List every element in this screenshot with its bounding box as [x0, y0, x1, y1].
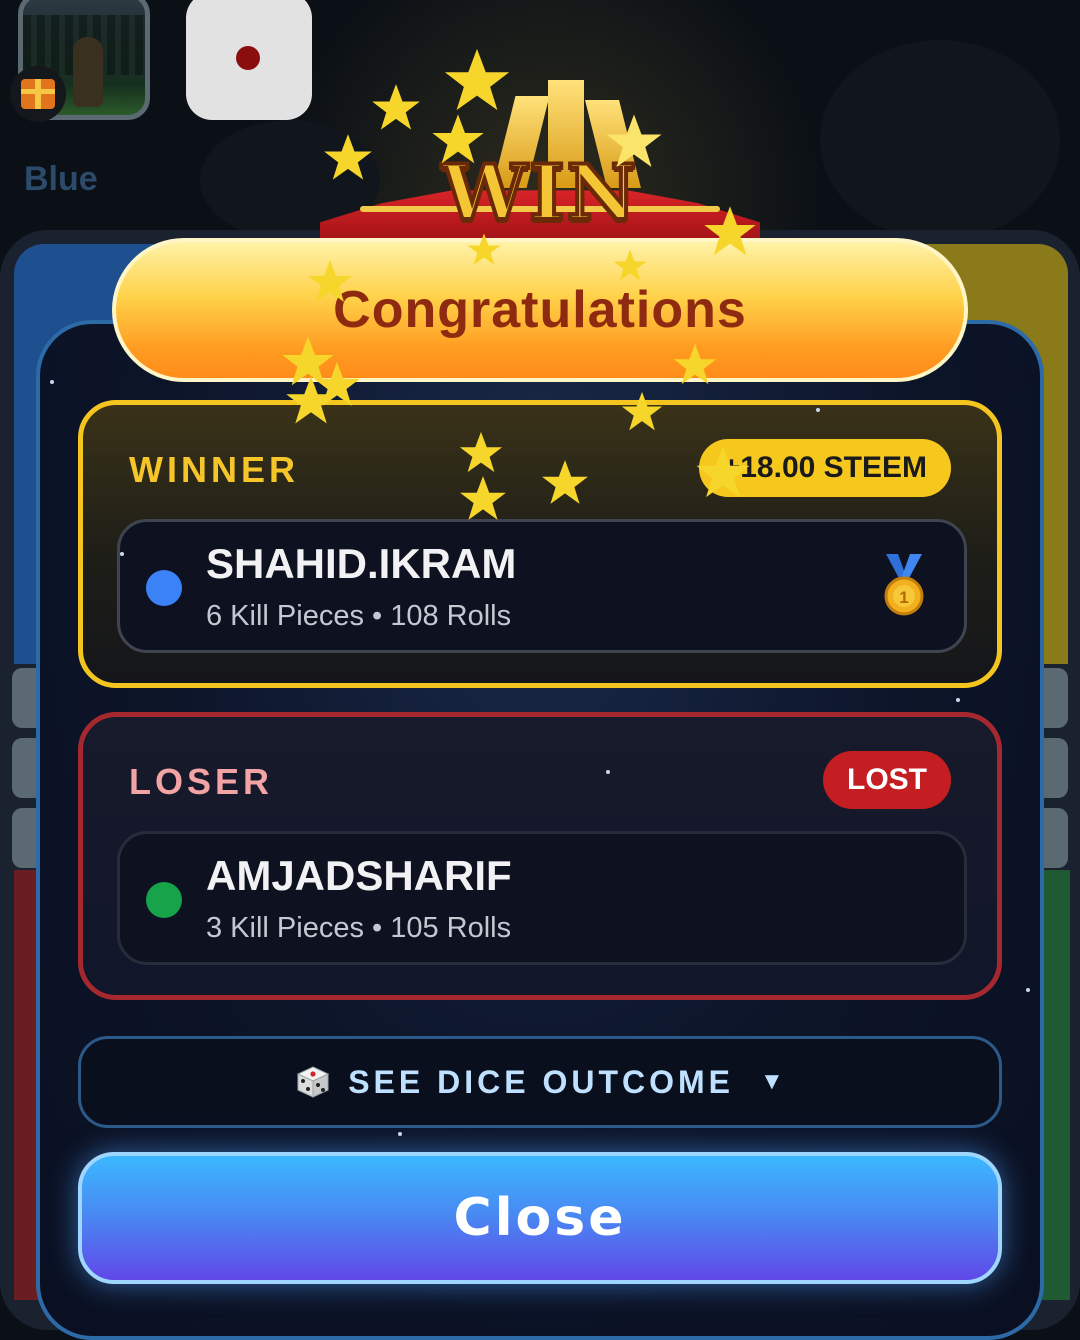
sparkle — [120, 552, 124, 556]
sparkle — [956, 698, 960, 702]
star-icon — [286, 376, 336, 424]
gift-button[interactable] — [10, 66, 66, 122]
sparkle — [398, 1132, 402, 1136]
winner-section-label: WINNER — [129, 449, 299, 490]
star-icon — [460, 476, 506, 520]
player-color-label: Blue — [24, 160, 98, 198]
game-die[interactable] — [186, 0, 312, 120]
background-cloud — [820, 40, 1060, 240]
star-icon — [444, 48, 510, 111]
sparkle — [606, 770, 610, 774]
star-icon — [673, 343, 717, 385]
svg-text:1: 1 — [899, 588, 908, 607]
star-icon — [459, 431, 503, 473]
star-icon — [324, 134, 372, 180]
winner-player-row: SHAHID.IKRAM 6 Kill Pieces • 108 Rolls 1 — [117, 519, 967, 653]
star-icon — [621, 391, 663, 431]
star-icon — [542, 460, 588, 504]
loser-player-row: AMJADSHARIF 3 Kill Pieces • 105 Rolls — [117, 831, 967, 965]
close-button-label: Close — [453, 1188, 627, 1248]
star-icon — [606, 114, 662, 167]
winner-stats: 6 Kill Pieces • 108 Rolls — [206, 600, 512, 632]
lost-badge: LOST — [823, 751, 951, 809]
loser-name: AMJADSHARIF — [206, 852, 512, 899]
sparkle — [1026, 988, 1030, 992]
star-icon — [696, 446, 750, 498]
sparkle — [816, 408, 820, 412]
winner-name: SHAHID.IKRAM — [206, 540, 517, 587]
star-icon — [704, 206, 756, 256]
gift-icon — [21, 79, 55, 109]
winner-color-dot — [146, 570, 182, 606]
die-pip — [236, 46, 260, 70]
star-icon — [308, 260, 352, 302]
see-dice-outcome-button[interactable]: SEE DICE OUTCOME ▼ — [78, 1036, 1002, 1128]
sparkle — [50, 380, 54, 384]
close-button[interactable]: Close — [78, 1152, 1002, 1284]
loser-card: LOSER LOST AMJADSHARIF 3 Kill Pieces • 1… — [78, 712, 1002, 1000]
avatar-person — [73, 37, 103, 107]
gold-medal-icon: 1 — [884, 554, 924, 616]
star-icon — [613, 249, 647, 281]
star-icon — [467, 233, 501, 265]
star-icon — [432, 114, 484, 164]
loser-section-label: LOSER — [129, 761, 274, 802]
congratulations-banner: Congratulations — [112, 238, 968, 382]
loser-stats: 3 Kill Pieces • 105 Rolls — [206, 912, 512, 944]
star-icon — [372, 84, 420, 130]
chevron-down-icon: ▼ — [760, 1068, 784, 1095]
loser-color-dot — [146, 882, 182, 918]
dice-icon — [297, 1066, 330, 1098]
banner-title: Congratulations — [333, 281, 747, 339]
dice-outcome-label: SEE DICE OUTCOME — [348, 1063, 735, 1100]
winner-card: WINNER +18.00 STEEM SHAHID.IKRAM 6 Kill … — [78, 400, 1002, 688]
